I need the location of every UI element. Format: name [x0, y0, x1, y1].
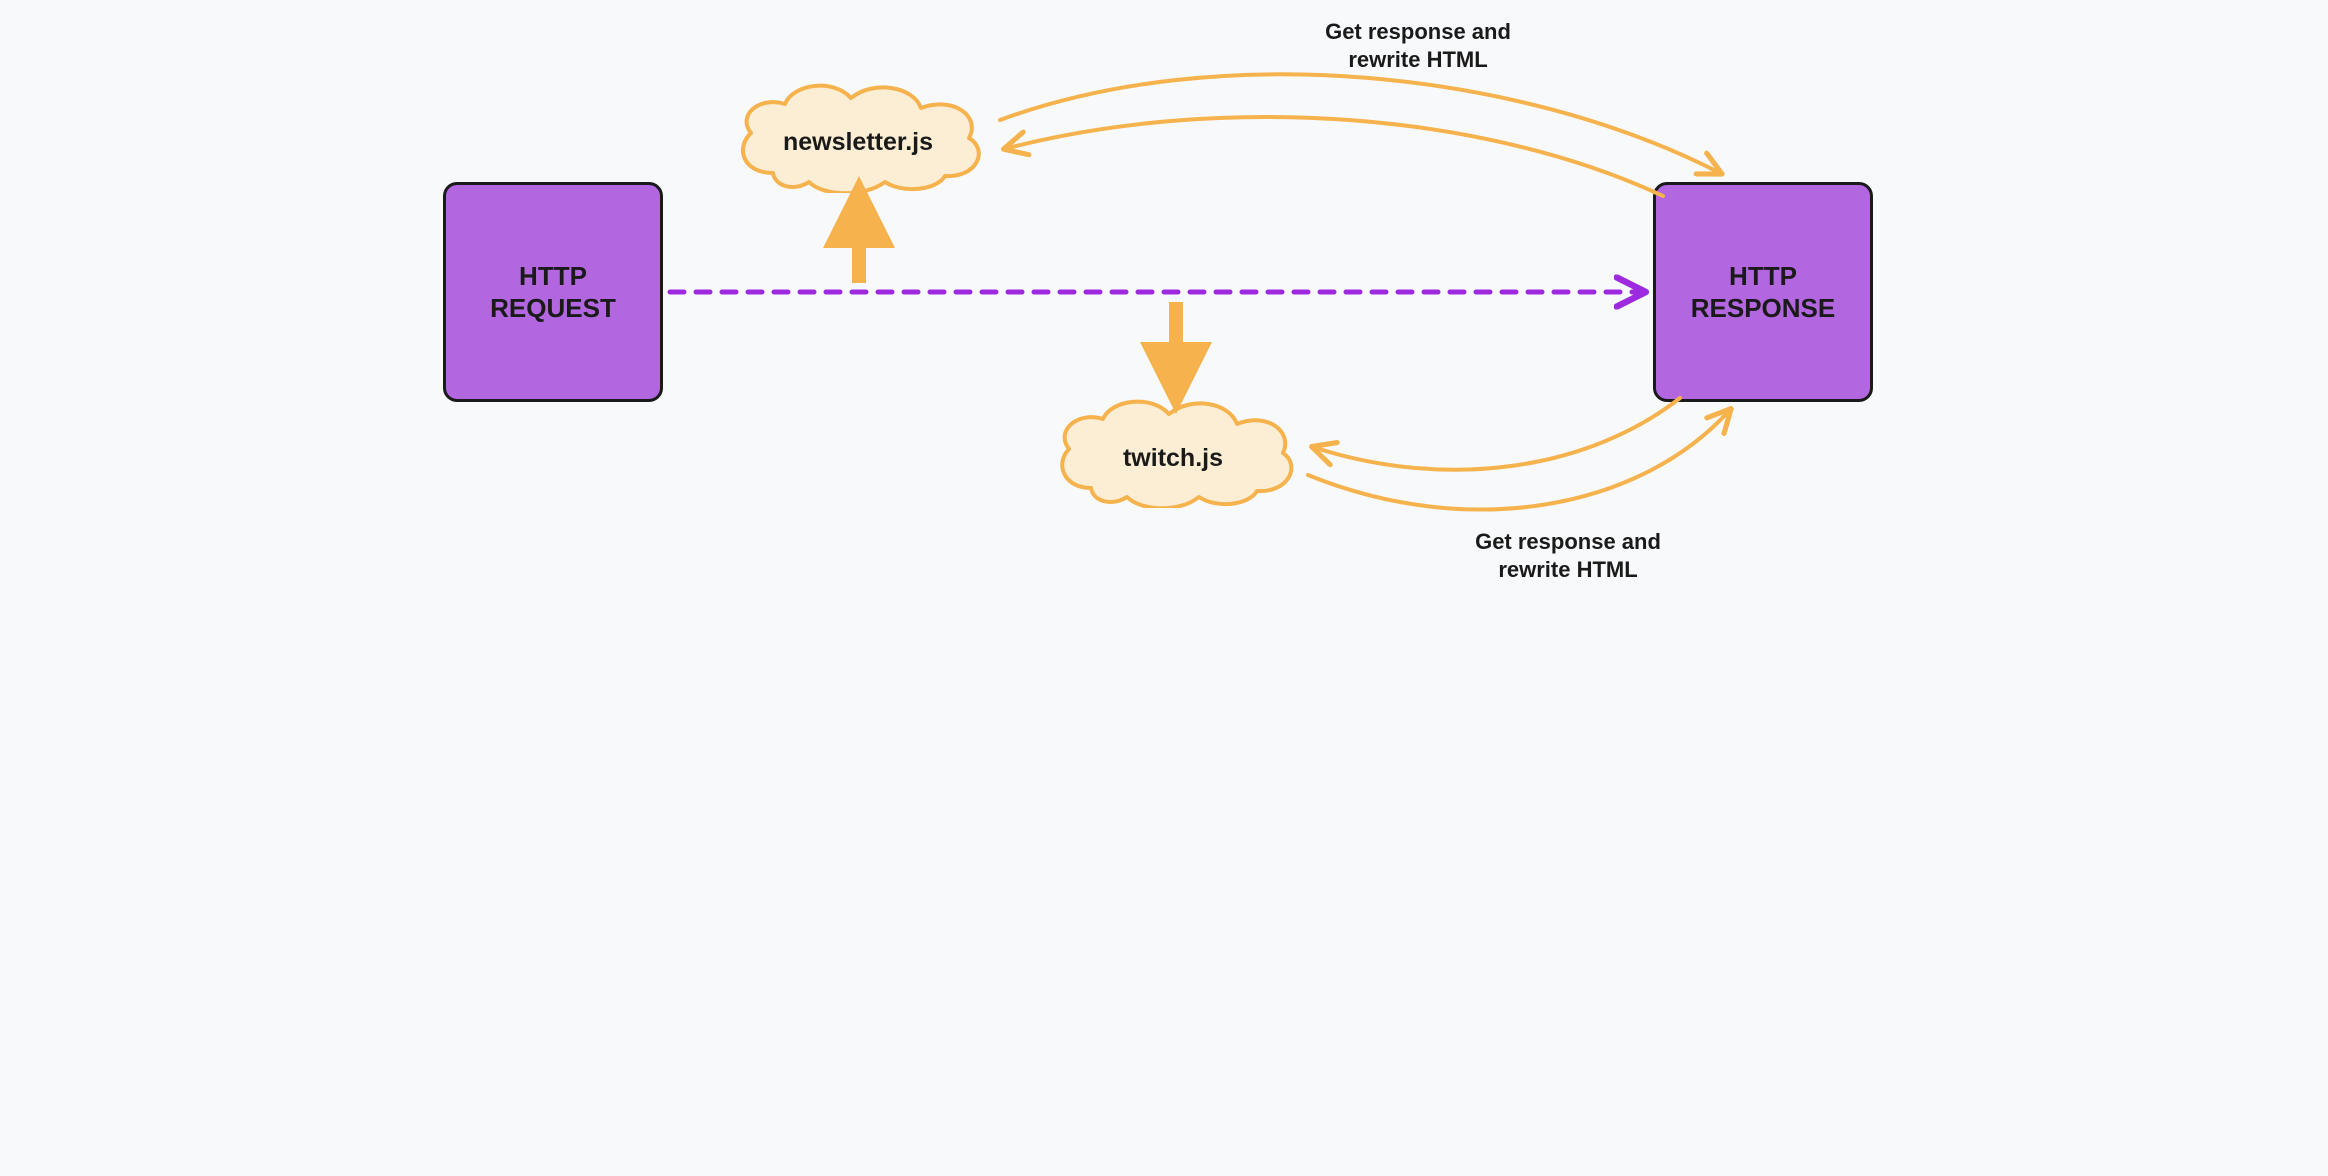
bottom-curve-to-response — [1308, 412, 1728, 510]
twitch-label: twitch.js — [1123, 430, 1223, 473]
top-curve-to-response — [1000, 74, 1718, 172]
twitch-cloud: twitch.js — [1043, 395, 1303, 508]
http-response-label: HTTP RESPONSE — [1691, 260, 1836, 325]
newsletter-label: newsletter.js — [783, 114, 933, 157]
top-curve-to-newsletter — [1008, 117, 1663, 196]
http-request-label: HTTP REQUEST — [490, 260, 616, 325]
http-request-box: HTTP REQUEST — [443, 182, 663, 402]
http-response-box: HTTP RESPONSE — [1653, 182, 1873, 402]
newsletter-cloud: newsletter.js — [723, 78, 993, 193]
annotation-bottom: Get response and rewrite HTML — [1418, 528, 1718, 583]
annotation-top: Get response and rewrite HTML — [1268, 18, 1568, 73]
diagram-canvas: HTTP REQUEST HTTP RESPONSE newsletter.js… — [388, 0, 1940, 784]
bottom-curve-to-twitch — [1316, 398, 1680, 470]
